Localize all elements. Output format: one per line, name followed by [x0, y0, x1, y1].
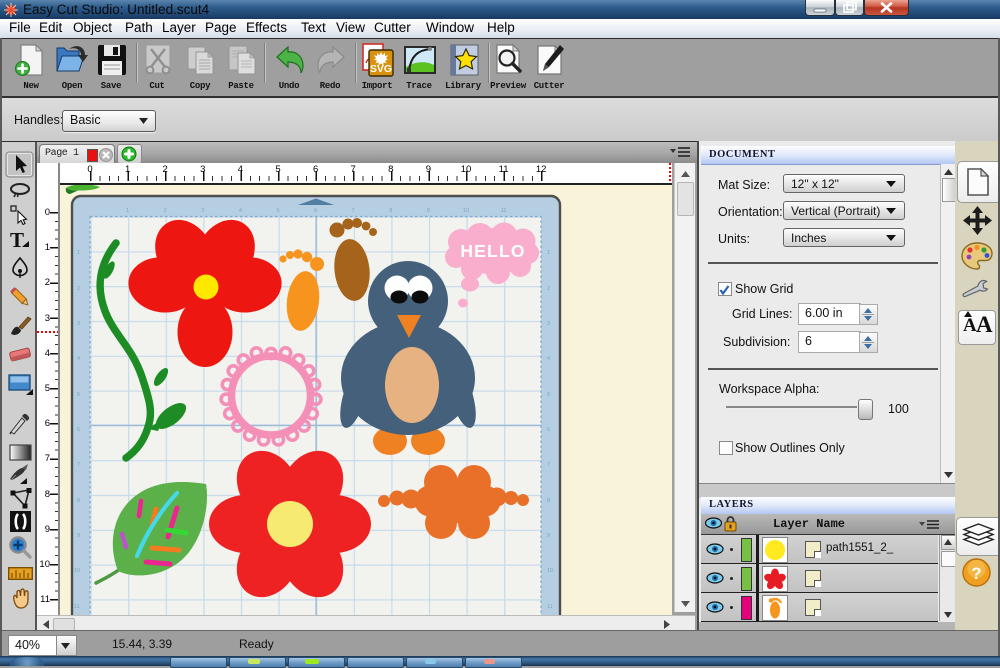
svg-text:7: 7 — [352, 208, 355, 214]
svg-text:1: 1 — [126, 208, 129, 214]
svg-text:5: 5 — [276, 208, 279, 214]
svg-text:11: 11 — [547, 604, 553, 610]
svg-text:5: 5 — [547, 392, 550, 398]
svg-text:8: 8 — [77, 498, 80, 504]
svg-text:8: 8 — [389, 208, 392, 214]
svg-text:7: 7 — [547, 462, 550, 468]
svg-text:3: 3 — [201, 208, 204, 214]
svg-text:SVG: SVG — [370, 63, 392, 75]
svg-text:10: 10 — [547, 568, 553, 574]
svg-text:2: 2 — [164, 208, 167, 214]
svg-text:4: 4 — [547, 356, 550, 362]
svg-text:9: 9 — [427, 208, 430, 214]
svg-text:2: 2 — [77, 286, 80, 292]
svg-text:3: 3 — [77, 321, 80, 327]
svg-text:1: 1 — [77, 250, 80, 256]
svg-text:4: 4 — [77, 356, 80, 362]
svg-text:?: ? — [971, 564, 981, 583]
svg-text:10: 10 — [74, 568, 80, 574]
svg-text:1: 1 — [547, 250, 550, 256]
svg-text:9: 9 — [547, 533, 550, 539]
svg-text:6: 6 — [547, 427, 550, 433]
svg-text:HELLO: HELLO — [460, 241, 525, 261]
svg-text:6: 6 — [77, 427, 80, 433]
svg-text:7: 7 — [77, 462, 80, 468]
svg-text:5: 5 — [77, 392, 80, 398]
svg-text:4: 4 — [239, 208, 242, 214]
svg-text:10: 10 — [463, 208, 469, 214]
svg-text:2: 2 — [547, 286, 550, 292]
svg-text:11: 11 — [74, 604, 80, 610]
svg-text:3: 3 — [547, 321, 550, 327]
svg-text:9: 9 — [77, 533, 80, 539]
svg-text:8: 8 — [547, 498, 550, 504]
svg-text:11: 11 — [501, 208, 507, 214]
svg-text:6: 6 — [314, 208, 317, 214]
